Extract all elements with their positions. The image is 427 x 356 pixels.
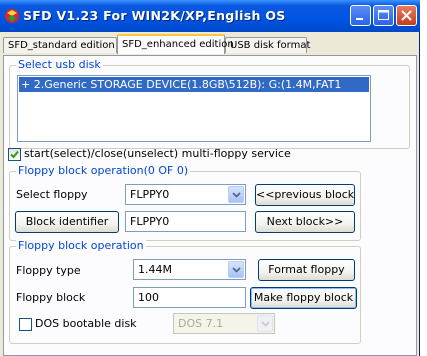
select-floppy-label: Select floppy [16,188,88,201]
tab-label: SFD_standard edition [8,40,115,51]
group-title: Floppy block operation [16,239,146,252]
floppy-block-group: Floppy block operation(0 OF 0) Select fl… [9,164,361,241]
format-floppy-button[interactable]: Format floppy [258,259,355,281]
make-floppy-block-button[interactable]: Make floppy block [250,287,357,309]
floppy-type-dropdown[interactable]: 1.44M [133,259,246,280]
tab-label: SFD_enhanced edition [122,39,234,50]
multi-floppy-label: start(select)/close(unselect) multi-flop… [24,147,291,160]
floppy-operation-group: Floppy block operation Floppy type 1.44M… [9,239,361,344]
block-identifier-button[interactable]: Block identifier [15,211,119,233]
checkmark-icon [10,150,19,159]
chevron-down-icon [232,192,241,198]
next-block-button[interactable]: Next block>> [255,211,355,233]
block-identifier-field[interactable]: FLPPY0 [125,211,246,232]
list-item[interactable]: + 2.Generic STORAGE DEVICE(1.8GB\512B): … [19,77,369,92]
tab-strip: SFD_standard edition SFD_enhanced editio… [0,32,420,56]
multi-floppy-checkbox[interactable] [8,148,21,161]
usb-disk-list[interactable]: + 2.Generic STORAGE DEVICE(1.8GB\512B): … [17,75,371,142]
floppy-block-label: Floppy block [16,291,86,304]
floppy-block-field[interactable]: 100 [133,287,246,308]
dropdown-button[interactable] [228,261,244,278]
maximize-button[interactable] [373,5,394,26]
dos-version-value: DOS 7.1 [178,317,224,330]
window-title: SFD V1.23 For WIN2K/XP,English OS [23,8,286,23]
tab-usb-disk-format[interactable]: USB disk format [225,37,311,53]
tab-standard-edition[interactable]: SFD_standard edition [3,37,117,53]
group-title: Floppy block operation(0 OF 0) [16,164,191,177]
app-icon [4,8,20,24]
select-usb-disk-group: Select usb disk + 2.Generic STORAGE DEVI… [9,58,410,149]
dos-version-dropdown: DOS 7.1 [173,313,275,334]
tab-panel: Select usb disk + 2.Generic STORAGE DEVI… [3,55,417,356]
tab-label: USB disk format [230,40,311,51]
floppy-type-label: Floppy type [16,264,81,277]
maximize-icon [378,10,389,20]
app-window: SFD V1.23 For WIN2K/XP,English OS SFD_st… [0,0,420,356]
chevron-down-icon [261,321,270,327]
close-button[interactable] [396,5,417,26]
minimize-button[interactable] [350,5,371,26]
minimize-icon [356,18,363,20]
select-floppy-value: FLPPY0 [130,188,170,201]
select-floppy-dropdown[interactable]: FLPPY0 [125,184,246,205]
tab-enhanced-edition[interactable]: SFD_enhanced edition [117,34,234,54]
dos-bootable-label: DOS bootable disk [35,317,137,330]
floppy-type-value: 1.44M [138,263,172,276]
chevron-down-icon [232,267,241,273]
dropdown-button[interactable] [228,186,244,203]
dropdown-button [257,315,273,332]
group-title: Select usb disk [16,58,103,71]
dos-bootable-checkbox[interactable] [19,318,32,331]
title-bar[interactable]: SFD V1.23 For WIN2K/XP,English OS [0,0,420,32]
previous-block-button[interactable]: <<previous block [255,184,355,206]
close-icon [401,10,412,21]
